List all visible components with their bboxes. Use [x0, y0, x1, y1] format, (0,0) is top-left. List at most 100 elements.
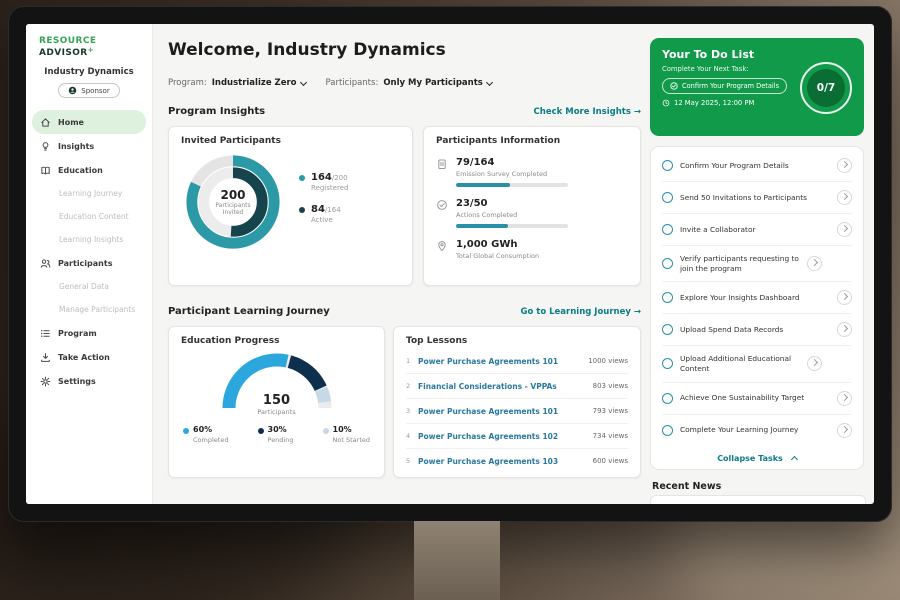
- sidebar-item-settings[interactable]: Settings: [32, 369, 146, 393]
- lesson-row[interactable]: 5 Power Purchase Agreements 103 600 view…: [406, 449, 628, 473]
- lesson-views: 600 views: [593, 457, 628, 465]
- chevron-right-icon[interactable]: [837, 222, 852, 237]
- checkbox[interactable]: [662, 192, 673, 203]
- chevron-right-icon[interactable]: [837, 391, 852, 406]
- next-task-pill[interactable]: Confirm Your Program Details: [662, 78, 787, 94]
- todo-item-label: Invite a Collaborator: [680, 225, 830, 235]
- lesson-row[interactable]: 1 Power Purchase Agreements 101 1000 vie…: [406, 349, 628, 374]
- learning-journey-header: Participant Learning Journey Go to Learn…: [168, 306, 641, 317]
- checkbox[interactable]: [662, 358, 673, 369]
- link-label: Go to Learning Journey: [520, 307, 630, 317]
- app-logo: RESOURCE ADVISOR+: [26, 24, 152, 58]
- sidebar-item-education[interactable]: Education: [32, 158, 146, 182]
- check-more-insights-link[interactable]: Check More Insights →: [534, 107, 641, 117]
- todo-item[interactable]: Upload Spend Data Records: [662, 314, 852, 346]
- checkbox[interactable]: [662, 324, 673, 335]
- chevron-up-icon: [791, 455, 798, 462]
- lesson-link[interactable]: Power Purchase Agreements 102: [418, 432, 558, 441]
- sidebar-item-learning-insights[interactable]: Learning Insights: [32, 228, 146, 251]
- checkbox[interactable]: [662, 224, 673, 235]
- dashboard-screen: RESOURCE ADVISOR+ Industry Dynamics Spon…: [26, 24, 874, 504]
- sidebar-item-insights[interactable]: Insights: [32, 134, 146, 158]
- go-to-learning-journey-link[interactable]: Go to Learning Journey →: [520, 307, 641, 317]
- lesson-link[interactable]: Power Purchase Agreements 101: [418, 407, 558, 416]
- lesson-row[interactable]: 4 Power Purchase Agreements 102 734 view…: [406, 424, 628, 449]
- sidebar-item-take-action[interactable]: Take Action: [32, 345, 146, 369]
- card-title: Education Progress: [181, 336, 372, 346]
- stat-actions-completed: 23/50 Actions Completed: [436, 198, 628, 228]
- todo-item[interactable]: Confirm Your Program Details: [662, 150, 852, 182]
- todo-item[interactable]: Complete Your Learning Journey: [662, 415, 852, 446]
- sidebar-item-participants[interactable]: Participants: [32, 251, 146, 275]
- legend-pct: 60%: [193, 425, 212, 434]
- chevron-right-icon[interactable]: [837, 322, 852, 337]
- sidebar-item-label: Education: [58, 166, 103, 175]
- logo-resource: RESOURCE: [39, 36, 96, 46]
- chevron-right-icon[interactable]: [837, 190, 852, 205]
- checkbox[interactable]: [662, 258, 673, 269]
- sidebar-item-label: Insights: [58, 142, 94, 151]
- todo-item-label: Upload Additional Educational Content: [680, 354, 800, 373]
- todo-item[interactable]: Upload Additional Educational Content: [662, 346, 852, 382]
- lesson-link[interactable]: Power Purchase Agreements 103: [418, 457, 558, 466]
- checkbox[interactable]: [662, 425, 673, 436]
- arrow-right-icon: →: [634, 307, 641, 317]
- legend-label: Completed: [193, 436, 228, 444]
- todo-item-label: Verify participants requesting to join t…: [680, 254, 800, 273]
- list-icon: [40, 328, 51, 339]
- logo-advisor: ADVISOR: [39, 48, 88, 58]
- lesson-row[interactable]: 3 Power Purchase Agreements 101 793 view…: [406, 399, 628, 424]
- checkbox[interactable]: [662, 160, 673, 171]
- todo-item-label: Explore Your Insights Dashboard: [680, 293, 830, 303]
- legend-item-completed: 60% Completed: [183, 425, 228, 444]
- gauge-legend: 60% Completed 30% Pending 10% Not Starte…: [181, 425, 372, 444]
- todo-item[interactable]: Verify participants requesting to join t…: [662, 246, 852, 282]
- chevron-right-icon[interactable]: [807, 356, 822, 371]
- program-filter-dropdown[interactable]: Industrialize Zero: [212, 78, 306, 88]
- check-icon: [670, 82, 678, 90]
- participants-filter-dropdown[interactable]: Only My Participants: [383, 78, 492, 88]
- legend-item-active: 84/164 Active: [299, 204, 348, 224]
- sidebar-item-program[interactable]: Program: [32, 321, 146, 345]
- todo-item[interactable]: Send 50 Invitations to Participants: [662, 182, 852, 214]
- sidebar-item-learning-journey[interactable]: Learning Journey: [32, 182, 146, 205]
- top-lessons-card: Top Lessons 1 Power Purchase Agreements …: [393, 326, 641, 478]
- sidebar-item-label: General Data: [59, 282, 109, 291]
- sidebar-item-education-content[interactable]: Education Content: [32, 205, 146, 228]
- sidebar-item-general-data[interactable]: General Data: [32, 275, 146, 298]
- legend-value: 84: [311, 204, 325, 215]
- lesson-link[interactable]: Power Purchase Agreements 101: [418, 357, 558, 366]
- checkbox[interactable]: [662, 292, 673, 303]
- chevron-right-icon[interactable]: [837, 290, 852, 305]
- legend-pct: 10%: [333, 425, 352, 434]
- lesson-rank: 2: [406, 382, 418, 390]
- lesson-link[interactable]: Financial Considerations - VPPAs: [418, 382, 557, 391]
- lesson-rank: 3: [406, 407, 418, 415]
- checkbox[interactable]: [662, 393, 673, 404]
- sidebar-item-home[interactable]: Home: [32, 110, 146, 134]
- donut-center-value: 200: [220, 188, 245, 202]
- legend-item-not-started: 10% Not Started: [323, 425, 370, 444]
- legend-label: Active: [311, 216, 341, 224]
- todo-item[interactable]: Explore Your Insights Dashboard: [662, 282, 852, 314]
- lesson-rank: 4: [406, 432, 418, 440]
- participants-filter-value: Only My Participants: [383, 78, 483, 88]
- sidebar-item-label: Learning Journey: [59, 189, 122, 198]
- chevron-right-icon[interactable]: [837, 423, 852, 438]
- chevron-right-icon[interactable]: [837, 158, 852, 173]
- todo-item[interactable]: Achieve One Sustainability Target: [662, 383, 852, 415]
- collapse-tasks-link[interactable]: Collapse Tasks: [662, 446, 852, 467]
- program-filter-label: Program:: [168, 78, 207, 88]
- program-insights-header: Program Insights Check More Insights →: [168, 106, 641, 117]
- chevron-right-icon[interactable]: [807, 256, 822, 271]
- todo-item[interactable]: Invite a Collaborator: [662, 214, 852, 246]
- sidebar: RESOURCE ADVISOR+ Industry Dynamics Spon…: [26, 24, 153, 504]
- recent-news-card: [650, 495, 866, 504]
- sponsor-badge: Sponsor: [58, 83, 119, 98]
- stat-value: 79/164: [456, 157, 568, 168]
- lesson-views: 793 views: [593, 407, 628, 415]
- sidebar-item-manage-participants[interactable]: Manage Participants: [32, 298, 146, 321]
- lesson-row[interactable]: 2 Financial Considerations - VPPAs 803 v…: [406, 374, 628, 399]
- card-title: Top Lessons: [406, 336, 628, 346]
- card-title: Invited Participants: [181, 136, 400, 146]
